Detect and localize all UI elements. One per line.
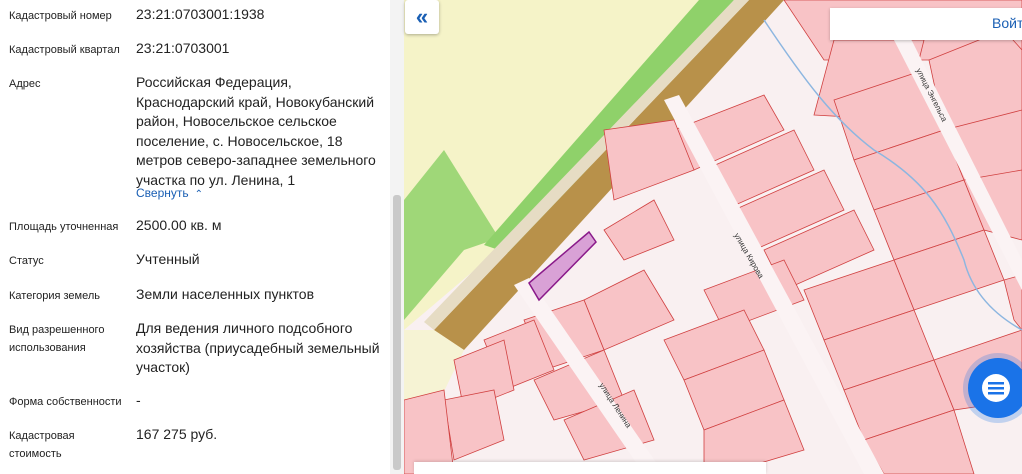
detail-value: 167 275 руб. xyxy=(136,426,218,442)
detail-value: 23:21:0703001 xyxy=(136,40,230,56)
map-canvas: улица Ленина улица Кирова улица Энгельса xyxy=(404,0,1022,474)
collapse-link-label: Свернуть xyxy=(136,186,189,200)
detail-value: 23:21:0703001:1938 xyxy=(136,6,265,22)
detail-label: Вид разрешенного использования xyxy=(9,324,105,354)
detail-label: Кадастровая стоимость xyxy=(9,430,75,460)
panel-scrollbar-thumb[interactable] xyxy=(393,195,401,470)
detail-value: Российская Федерация, Краснодарский край… xyxy=(136,74,376,188)
cadastral-map[interactable]: улица Ленина улица Кирова улица Энгельса xyxy=(404,0,1022,474)
detail-value: Учтенный xyxy=(136,251,200,267)
login-box[interactable]: Войт xyxy=(830,8,1022,40)
detail-label: Форма собственности xyxy=(9,396,122,408)
chevron-up-icon: ⌃ xyxy=(194,189,204,200)
details-panel: Кадастровый номер 23:21:0703001:1938 Кад… xyxy=(0,0,390,474)
collapse-panel-button[interactable]: « xyxy=(405,0,439,34)
detail-value: - xyxy=(136,392,141,408)
detail-label: Кадастровый квартал xyxy=(9,44,120,56)
detail-label: Адрес xyxy=(9,78,41,90)
detail-value: 2500.00 кв. м xyxy=(136,217,222,233)
detail-label: Площадь уточненная xyxy=(9,221,119,233)
map-bottom-bar xyxy=(414,462,766,474)
chat-bubble-icon xyxy=(982,374,1010,402)
collapse-link[interactable]: Свернуть ⌃ xyxy=(136,186,203,200)
login-label: Войт xyxy=(992,15,1022,31)
chat-button[interactable] xyxy=(968,358,1022,418)
double-chevron-left-icon: « xyxy=(415,4,429,29)
detail-label: Статус xyxy=(9,255,44,267)
detail-value: Для ведения личного подсобного хозяйства… xyxy=(136,320,380,375)
detail-label: Кадастровый номер xyxy=(9,10,112,22)
detail-label: Категория земель xyxy=(9,290,100,302)
detail-value: Земли населенных пунктов xyxy=(136,286,315,302)
